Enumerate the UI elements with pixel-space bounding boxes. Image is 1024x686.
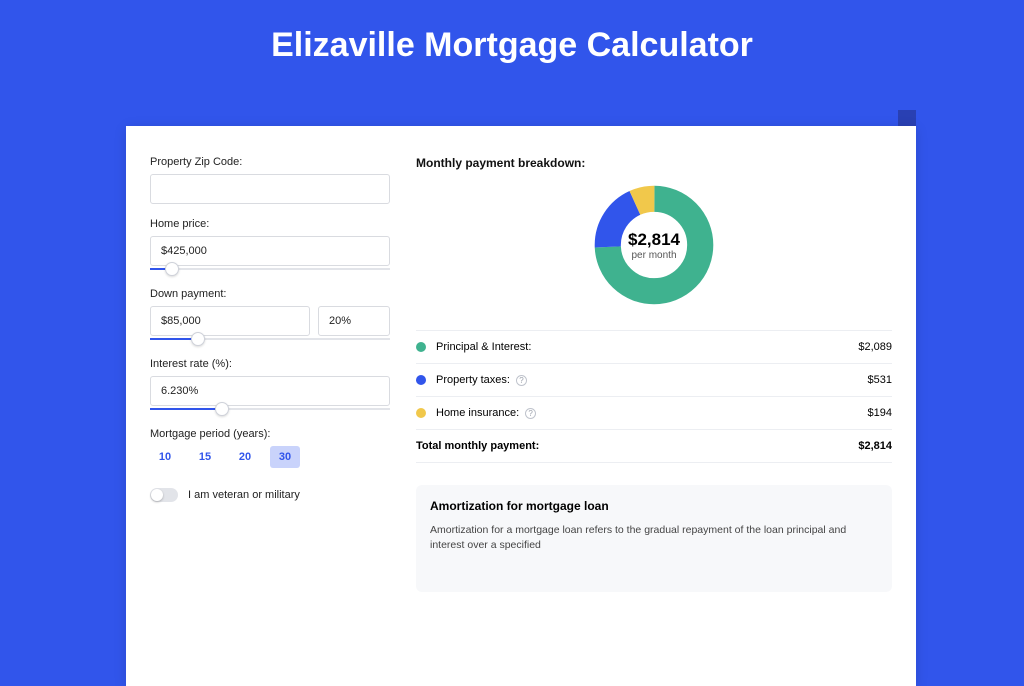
zip-group: Property Zip Code: xyxy=(150,156,390,204)
down-payment-percent[interactable]: 20% xyxy=(318,306,390,336)
breakdown-item-label: Home insurance:? xyxy=(436,407,868,419)
breakdown-item: Property taxes:?$531 xyxy=(416,364,892,397)
breakdown-total-label: Total monthly payment: xyxy=(416,440,858,452)
mortgage-period-group: Mortgage period (years): 10 15 20 30 xyxy=(150,428,390,468)
home-price-input[interactable] xyxy=(150,236,390,266)
interest-rate-group: Interest rate (%): xyxy=(150,358,390,414)
breakdown-items: Principal & Interest:$2,089Property taxe… xyxy=(416,330,892,463)
mortgage-period-label: Mortgage period (years): xyxy=(150,428,390,440)
breakdown-item: Principal & Interest:$2,089 xyxy=(416,331,892,364)
period-option-10[interactable]: 10 xyxy=(150,446,180,468)
mortgage-period-options: 10 15 20 30 xyxy=(150,446,390,468)
info-icon[interactable]: ? xyxy=(525,408,536,419)
veteran-label: I am veteran or military xyxy=(188,489,300,501)
breakdown-item-value: $194 xyxy=(868,407,892,419)
breakdown-item-label: Property taxes:? xyxy=(436,374,868,386)
zip-input[interactable] xyxy=(150,174,390,204)
donut-chart: $2,814 per month xyxy=(593,184,715,306)
zip-label: Property Zip Code: xyxy=(150,156,390,168)
breakdown-item-value: $2,089 xyxy=(858,341,892,353)
home-price-label: Home price: xyxy=(150,218,390,230)
down-payment-group: Down payment: 20% xyxy=(150,288,390,344)
home-price-slider[interactable] xyxy=(150,264,390,274)
legend-dot xyxy=(416,408,426,418)
donut-chart-wrap: $2,814 per month xyxy=(416,184,892,306)
calculator-card: Property Zip Code: Home price: Down paym… xyxy=(126,126,916,686)
legend-dot xyxy=(416,375,426,385)
interest-rate-input[interactable] xyxy=(150,376,390,406)
period-option-15[interactable]: 15 xyxy=(190,446,220,468)
down-payment-label: Down payment: xyxy=(150,288,390,300)
amortization-card: Amortization for mortgage loan Amortizat… xyxy=(416,485,892,592)
page-title: Elizaville Mortgage Calculator xyxy=(0,0,1024,87)
breakdown-item-label: Principal & Interest: xyxy=(436,341,858,353)
home-price-group: Home price: xyxy=(150,218,390,274)
breakdown-total-row: Total monthly payment:$2,814 xyxy=(416,430,892,463)
veteran-toggle-row: I am veteran or military xyxy=(150,488,390,502)
interest-rate-slider[interactable] xyxy=(150,404,390,414)
veteran-toggle[interactable] xyxy=(150,488,178,502)
donut-center: $2,814 per month xyxy=(593,184,715,306)
breakdown-total-value: $2,814 xyxy=(858,440,892,452)
results-panel: Monthly payment breakdown: $2,814 per mo… xyxy=(416,156,892,662)
period-option-20[interactable]: 20 xyxy=(230,446,260,468)
down-payment-input[interactable] xyxy=(150,306,310,336)
period-option-30[interactable]: 30 xyxy=(270,446,300,468)
input-panel: Property Zip Code: Home price: Down paym… xyxy=(150,156,390,662)
amortization-title: Amortization for mortgage loan xyxy=(430,499,878,513)
donut-sublabel: per month xyxy=(631,250,676,261)
breakdown-title: Monthly payment breakdown: xyxy=(416,156,892,170)
legend-dot xyxy=(416,342,426,352)
amortization-body: Amortization for a mortgage loan refers … xyxy=(430,523,878,552)
down-payment-slider[interactable] xyxy=(150,334,390,344)
breakdown-item-value: $531 xyxy=(868,374,892,386)
info-icon[interactable]: ? xyxy=(516,375,527,386)
breakdown-item: Home insurance:?$194 xyxy=(416,397,892,430)
donut-value: $2,814 xyxy=(628,230,680,250)
interest-rate-label: Interest rate (%): xyxy=(150,358,390,370)
